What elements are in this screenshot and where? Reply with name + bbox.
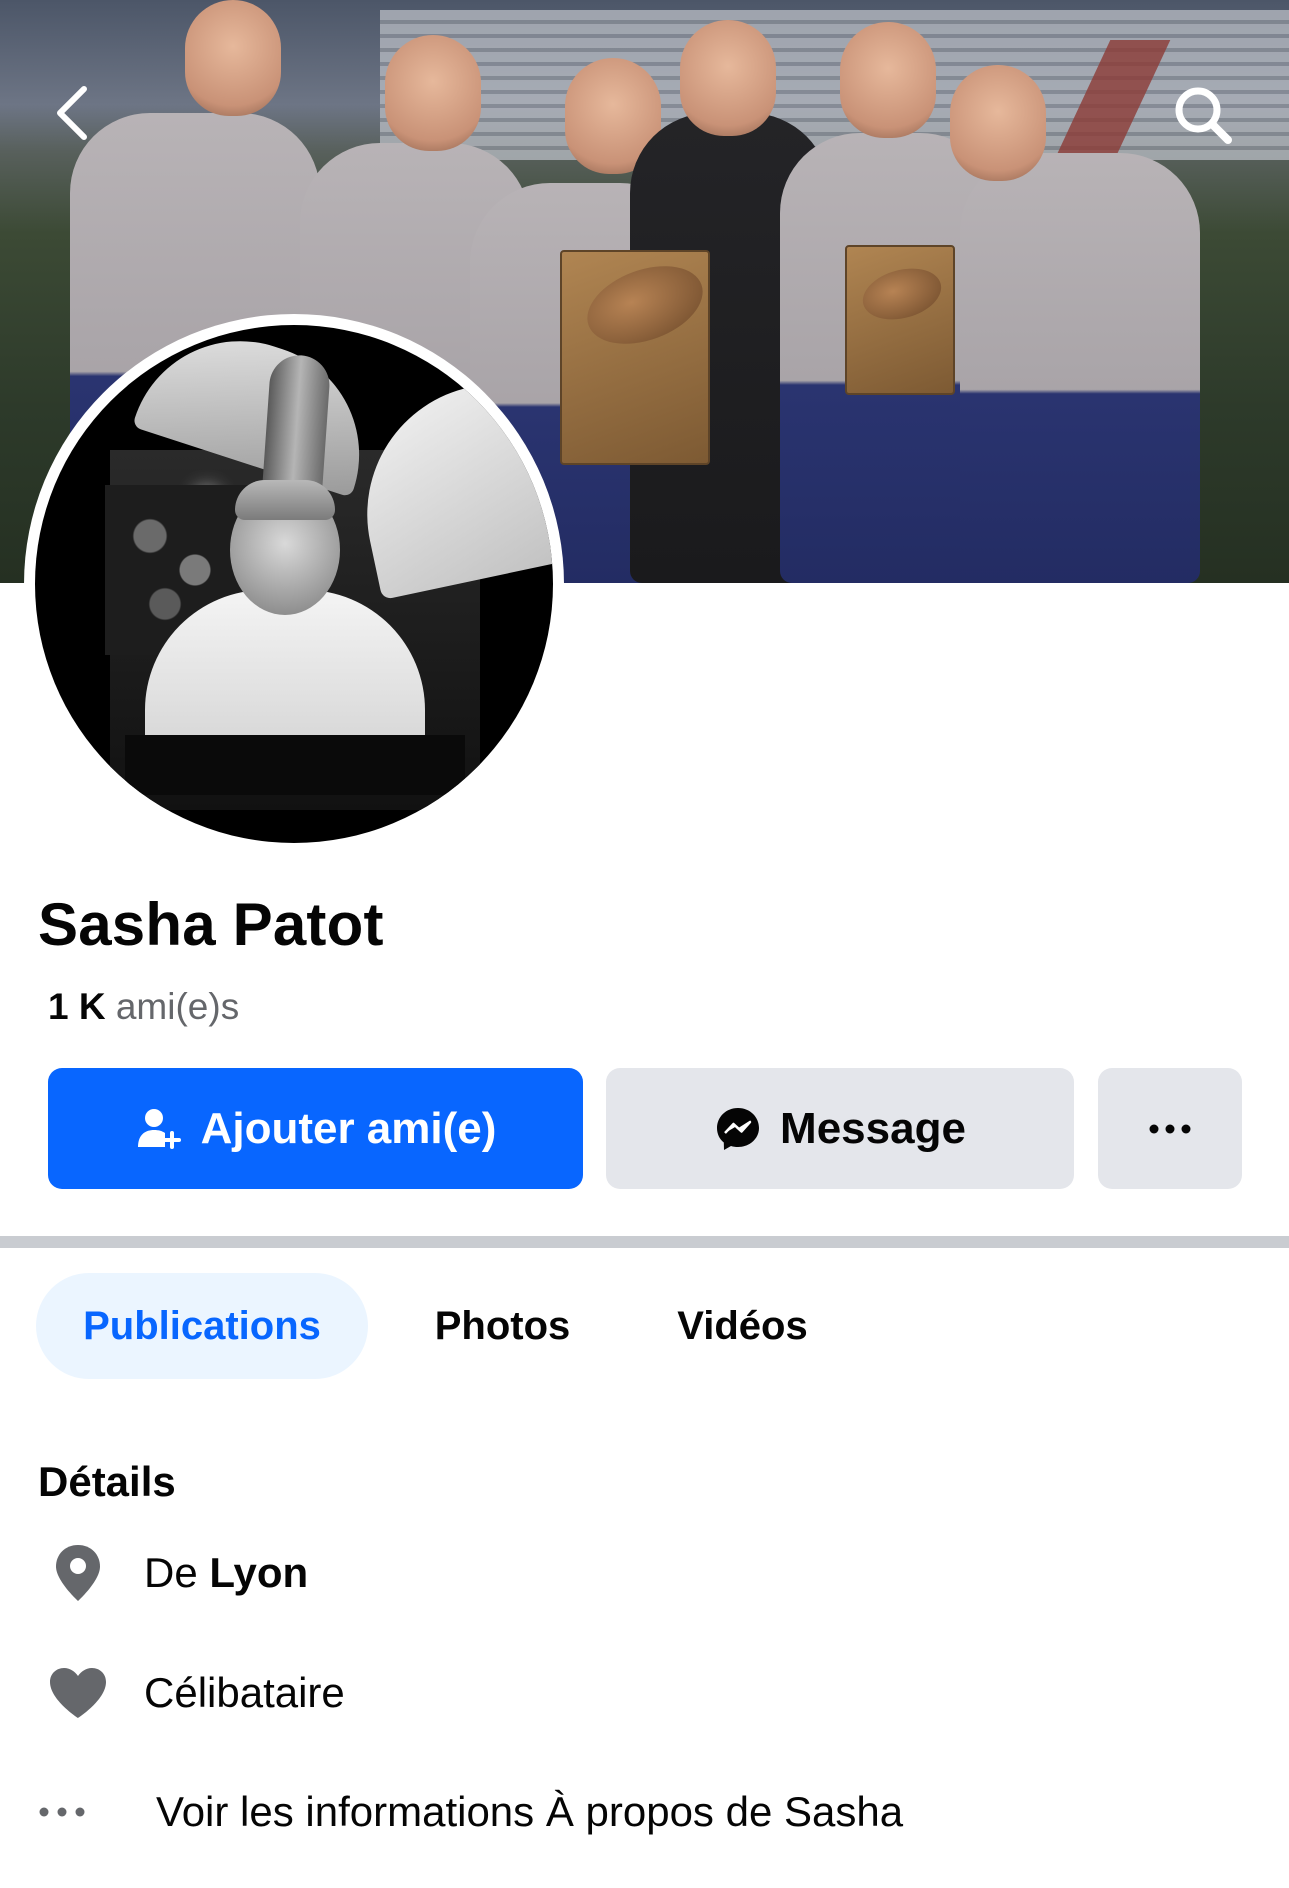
relationship-status: Célibataire <box>144 1669 345 1716</box>
search-icon <box>1175 87 1232 144</box>
heart-icon <box>38 1658 118 1728</box>
cover-player-1-head <box>185 0 281 116</box>
location-pin-icon <box>38 1538 118 1608</box>
cover-player-2-head <box>385 35 481 151</box>
friends-count-value: 1 K <box>48 986 106 1027</box>
message-button[interactable]: Message <box>606 1068 1074 1189</box>
tab-photos[interactable]: Photos <box>400 1273 605 1379</box>
section-divider <box>0 1236 1289 1248</box>
trophy-plaque-2 <box>845 245 955 395</box>
cover-player-6 <box>960 153 1200 583</box>
add-friend-label: Ajouter ami(e) <box>200 1103 497 1153</box>
friends-count[interactable]: 1 K ami(e)s <box>48 986 239 1028</box>
avatar-table <box>125 735 465 795</box>
hometown-prefix: De <box>144 1549 198 1596</box>
chevron-left-icon <box>57 86 87 140</box>
user-plus-icon <box>137 1108 181 1149</box>
add-friend-button[interactable]: Ajouter ami(e) <box>48 1068 583 1189</box>
avatar-hair <box>235 480 335 520</box>
cover-player-6-head <box>950 65 1046 181</box>
detail-about-link[interactable]: Voir les informations À propos de Sasha <box>38 1777 903 1847</box>
more-dots-icon <box>1149 1124 1191 1133</box>
details-heading: Détails <box>38 1458 176 1505</box>
cover-player-4-head <box>680 20 776 136</box>
more-dots-icon <box>38 1777 98 1847</box>
message-label: Message <box>780 1103 966 1153</box>
profile-picture-image <box>35 325 553 843</box>
tab-publications[interactable]: Publications <box>36 1273 368 1379</box>
cover-player-5-head <box>840 22 936 138</box>
profile-picture[interactable] <box>24 314 564 854</box>
detail-hometown: De Lyon <box>38 1538 308 1608</box>
profile-name: Sasha Patot <box>38 891 384 958</box>
avatar-umbrella-right <box>343 360 553 600</box>
about-link-text: Voir les informations À propos de Sasha <box>156 1788 904 1835</box>
back-button[interactable] <box>42 78 102 148</box>
hometown-city[interactable]: Lyon <box>209 1549 308 1596</box>
tab-videos[interactable]: Vidéos <box>640 1273 845 1379</box>
detail-relationship: Célibataire <box>38 1658 345 1728</box>
friends-count-label: ami(e)s <box>115 986 240 1027</box>
more-options-button[interactable] <box>1098 1068 1242 1189</box>
messenger-icon <box>717 1107 760 1150</box>
search-button[interactable] <box>1166 78 1240 152</box>
